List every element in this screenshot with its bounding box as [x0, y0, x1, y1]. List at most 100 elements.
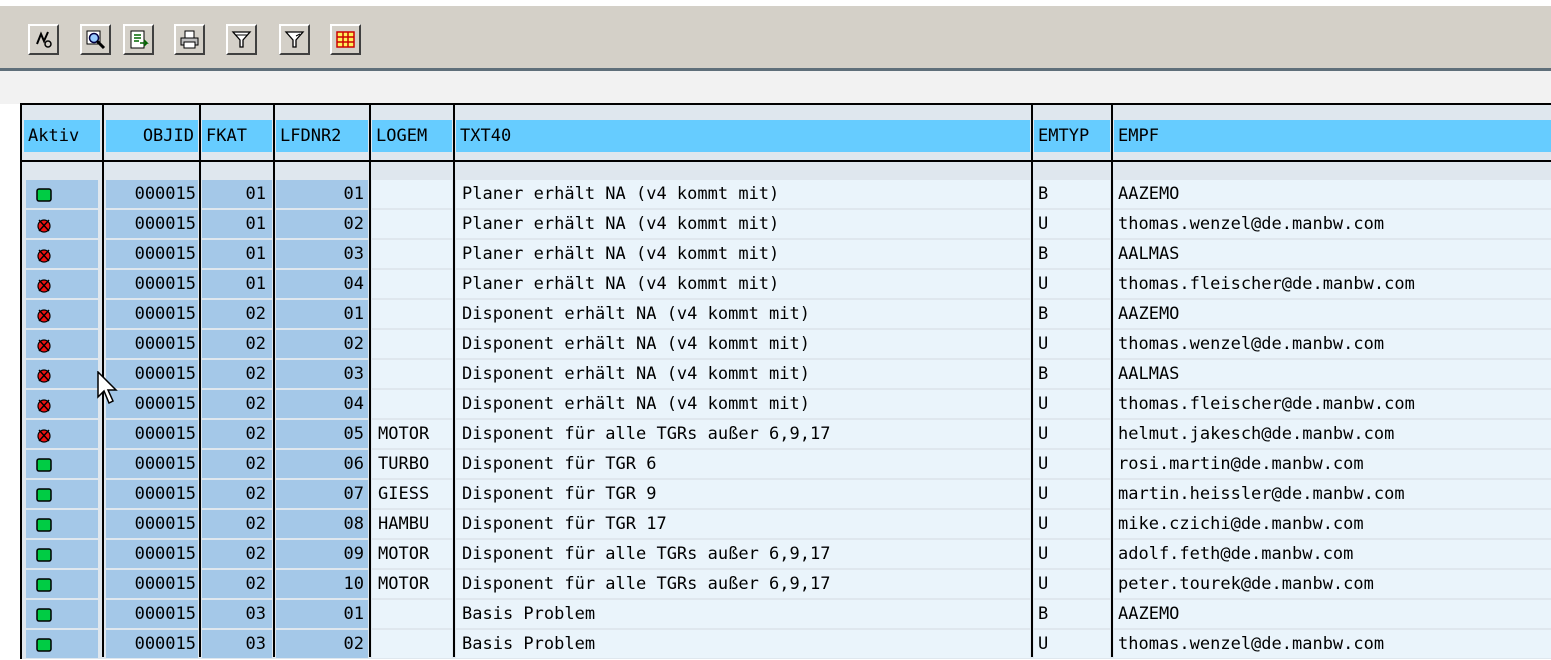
- empf-cell[interactable]: thomas.fleischer@de.manbw.com: [1114, 270, 1551, 298]
- emtyp-cell[interactable]: U: [1034, 210, 1110, 238]
- txt40-cell[interactable]: Disponent für alle TGRs außer 6,9,17: [456, 540, 1030, 568]
- txt40-cell[interactable]: Disponent für TGR 17: [456, 510, 1030, 538]
- layout-button[interactable]: [330, 24, 361, 55]
- logem-cell[interactable]: [372, 180, 452, 208]
- empf-cell[interactable]: peter.tourek@de.manbw.com: [1114, 570, 1551, 598]
- empf-cell[interactable]: mike.czichi@de.manbw.com: [1114, 510, 1551, 538]
- logem-cell[interactable]: GIESS: [372, 480, 452, 508]
- empf-cell[interactable]: thomas.fleischer@de.manbw.com: [1114, 390, 1551, 418]
- emtyp-cell[interactable]: B: [1034, 180, 1110, 208]
- table-row[interactable]: 000015 03 02 Basis Problem Uthomas.wenzel@de…: [20, 630, 1551, 660]
- fkat-cell[interactable]: 01: [202, 210, 272, 238]
- aktiv-cell[interactable]: [26, 510, 98, 538]
- aktiv-cell[interactable]: [26, 450, 98, 478]
- objid-cell[interactable]: 000015: [106, 330, 198, 358]
- fkat-cell[interactable]: 01: [202, 240, 272, 268]
- table-row[interactable]: 000015 02 04 Disponent erhält NA (v4 kommt …: [20, 390, 1551, 420]
- col-header-lfdnr2[interactable]: LFDNR2: [276, 120, 368, 152]
- sort-button[interactable]: [226, 24, 257, 55]
- aktiv-cell[interactable]: [26, 630, 98, 658]
- table-row[interactable]: 000015 02 09 MOTOR Disponent für alle TGRs a…: [20, 540, 1551, 570]
- logem-cell[interactable]: [372, 630, 452, 658]
- col-header-txt40[interactable]: TXT40: [456, 120, 1030, 152]
- objid-cell[interactable]: 000015: [106, 600, 198, 628]
- aktiv-cell[interactable]: [26, 270, 98, 298]
- objid-cell[interactable]: 000015: [106, 270, 198, 298]
- col-header-emtyp[interactable]: EMTYP: [1034, 120, 1110, 152]
- txt40-cell[interactable]: Disponent erhält NA (v4 kommt mit): [456, 300, 1030, 328]
- fkat-cell[interactable]: 02: [202, 360, 272, 388]
- logem-cell[interactable]: [372, 360, 452, 388]
- aktiv-cell[interactable]: [26, 540, 98, 568]
- objid-cell[interactable]: 000015: [106, 540, 198, 568]
- empf-cell[interactable]: AAZEMO: [1114, 600, 1551, 628]
- fkat-cell[interactable]: 02: [202, 510, 272, 538]
- fkat-cell[interactable]: 02: [202, 390, 272, 418]
- logem-cell[interactable]: MOTOR: [372, 570, 452, 598]
- lfdnr2-cell[interactable]: 02: [276, 330, 368, 358]
- fkat-cell[interactable]: 01: [202, 180, 272, 208]
- aktiv-cell[interactable]: [26, 330, 98, 358]
- fkat-cell[interactable]: 02: [202, 420, 272, 448]
- logem-cell[interactable]: [372, 300, 452, 328]
- table-row[interactable]: 000015 01 01 Planer erhält NA (v4 kommt mit…: [20, 180, 1551, 210]
- txt40-cell[interactable]: Disponent für alle TGRs außer 6,9,17: [456, 570, 1030, 598]
- aktiv-cell[interactable]: [26, 240, 98, 268]
- print-button[interactable]: [174, 24, 205, 55]
- empf-cell[interactable]: AAZEMO: [1114, 300, 1551, 328]
- col-header-logem[interactable]: LOGEM: [372, 120, 452, 152]
- txt40-cell[interactable]: Planer erhält NA (v4 kommt mit): [456, 210, 1030, 238]
- fkat-cell[interactable]: 02: [202, 540, 272, 568]
- txt40-cell[interactable]: Planer erhält NA (v4 kommt mit): [456, 180, 1030, 208]
- logem-cell[interactable]: MOTOR: [372, 420, 452, 448]
- emtyp-cell[interactable]: B: [1034, 600, 1110, 628]
- col-header-empf[interactable]: EMPF: [1114, 120, 1551, 152]
- lfdnr2-cell[interactable]: 04: [276, 390, 368, 418]
- objid-cell[interactable]: 000015: [106, 510, 198, 538]
- emtyp-cell[interactable]: U: [1034, 570, 1110, 598]
- txt40-cell[interactable]: Basis Problem: [456, 600, 1030, 628]
- aktiv-cell[interactable]: [26, 180, 98, 208]
- emtyp-cell[interactable]: U: [1034, 480, 1110, 508]
- table-row[interactable]: 000015 01 03 Planer erhält NA (v4 kommt mit…: [20, 240, 1551, 270]
- txt40-cell[interactable]: Disponent für alle TGRs außer 6,9,17: [456, 420, 1030, 448]
- objid-cell[interactable]: 000015: [106, 480, 198, 508]
- table-row[interactable]: 000015 01 02 Planer erhält NA (v4 kommt mit…: [20, 210, 1551, 240]
- emtyp-cell[interactable]: B: [1034, 240, 1110, 268]
- logem-cell[interactable]: [372, 210, 452, 238]
- empf-cell[interactable]: thomas.wenzel@de.manbw.com: [1114, 330, 1551, 358]
- lfdnr2-cell[interactable]: 01: [276, 180, 368, 208]
- objid-cell[interactable]: 000015: [106, 180, 198, 208]
- logem-cell[interactable]: HAMBU: [372, 510, 452, 538]
- objid-cell[interactable]: 000015: [106, 450, 198, 478]
- empf-cell[interactable]: AALMAS: [1114, 360, 1551, 388]
- objid-cell[interactable]: 000015: [106, 630, 198, 658]
- emtyp-cell[interactable]: U: [1034, 540, 1110, 568]
- table-row[interactable]: 000015 01 04 Planer erhält NA (v4 kommt mit…: [20, 270, 1551, 300]
- fkat-cell[interactable]: 02: [202, 330, 272, 358]
- logem-cell[interactable]: [372, 330, 452, 358]
- txt40-cell[interactable]: Disponent für TGR 6: [456, 450, 1030, 478]
- logem-cell[interactable]: [372, 600, 452, 628]
- logem-cell[interactable]: MOTOR: [372, 540, 452, 568]
- txt40-cell[interactable]: Disponent erhält NA (v4 kommt mit): [456, 390, 1030, 418]
- txt40-cell[interactable]: Basis Problem: [456, 630, 1030, 658]
- emtyp-cell[interactable]: U: [1034, 450, 1110, 478]
- emtyp-cell[interactable]: B: [1034, 360, 1110, 388]
- aktiv-cell[interactable]: [26, 600, 98, 628]
- empf-cell[interactable]: martin.heissler@de.manbw.com: [1114, 480, 1551, 508]
- logem-cell[interactable]: [372, 390, 452, 418]
- objid-cell[interactable]: 000015: [106, 390, 198, 418]
- emtyp-cell[interactable]: U: [1034, 510, 1110, 538]
- table-row[interactable]: 000015 02 01 Disponent erhält NA (v4 kommt …: [20, 300, 1551, 330]
- filter-button[interactable]: [279, 24, 310, 55]
- fkat-cell[interactable]: 02: [202, 570, 272, 598]
- aktiv-cell[interactable]: [26, 300, 98, 328]
- find-button[interactable]: [80, 24, 111, 55]
- lfdnr2-cell[interactable]: 03: [276, 360, 368, 388]
- lfdnr2-cell[interactable]: 04: [276, 270, 368, 298]
- objid-cell[interactable]: 000015: [106, 420, 198, 448]
- lfdnr2-cell[interactable]: 09: [276, 540, 368, 568]
- aktiv-cell[interactable]: [26, 570, 98, 598]
- lfdnr2-cell[interactable]: 10: [276, 570, 368, 598]
